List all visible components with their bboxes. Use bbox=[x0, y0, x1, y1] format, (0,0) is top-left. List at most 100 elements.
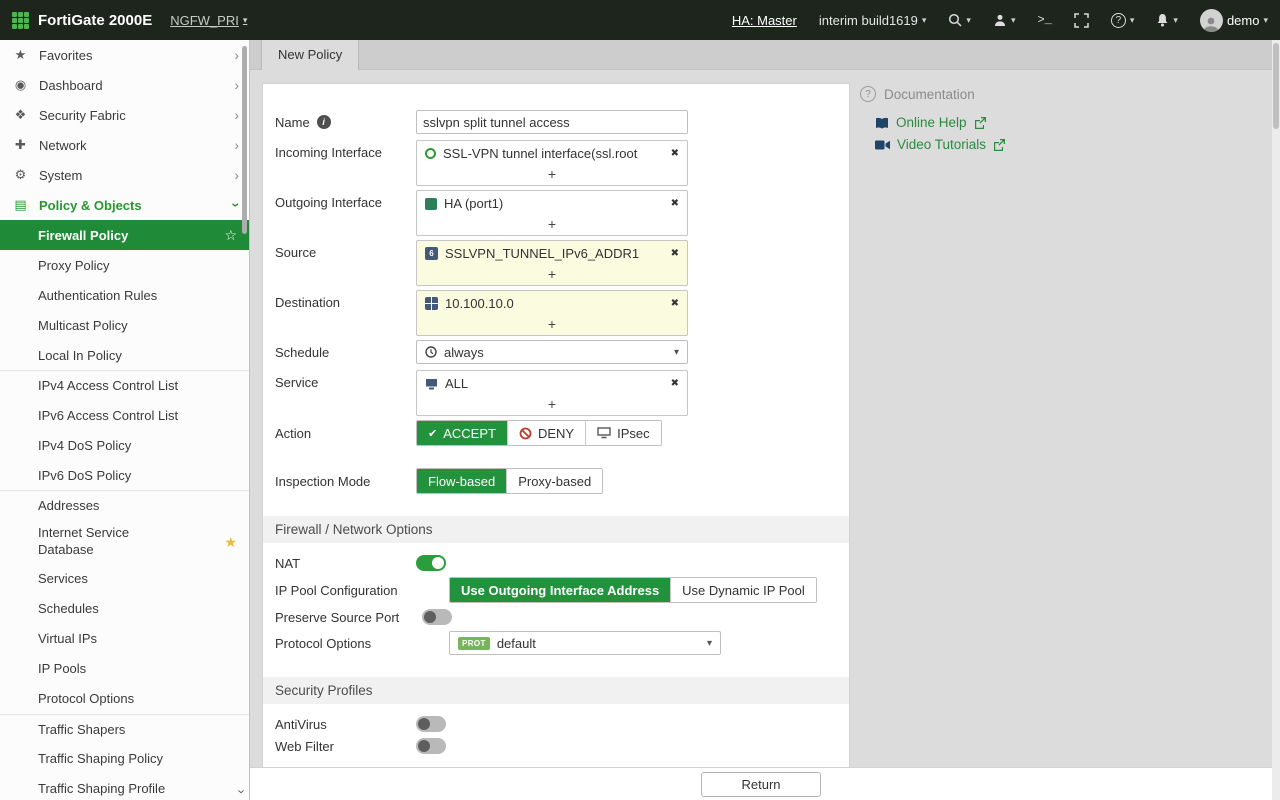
favorite-star-outline-icon[interactable]: ☆ bbox=[224, 227, 237, 244]
remove-entry-icon[interactable]: ✖ bbox=[671, 248, 679, 259]
sidebar-item-ipv6-dos-policy[interactable]: IPv6 DoS Policy bbox=[0, 460, 249, 490]
vdom-menu[interactable]: NGFW_PRI ▾ bbox=[170, 13, 247, 28]
sidebar-item-ip-pools[interactable]: IP Pools bbox=[0, 654, 249, 684]
inspection-mode-row: Inspection Mode Flow-based Proxy-based bbox=[263, 468, 849, 494]
add-entry-button[interactable]: + bbox=[417, 266, 687, 285]
documentation-title: Documentation bbox=[884, 86, 975, 102]
service-box: ALL ✖ + bbox=[416, 370, 688, 416]
search-menu[interactable]: ▾ bbox=[948, 13, 971, 27]
notifications-menu[interactable]: ▾ bbox=[1156, 13, 1178, 27]
remove-entry-icon[interactable]: ✖ bbox=[671, 378, 679, 389]
favorite-star-icon[interactable]: ★ bbox=[224, 533, 237, 551]
sidebar-item-internet-service-database[interactable]: Internet Service Database ★ bbox=[0, 520, 249, 564]
sidebar-item-virtual-ips[interactable]: Virtual IPs bbox=[0, 624, 249, 654]
sidebar-item-addresses[interactable]: Addresses bbox=[0, 490, 249, 520]
sidebar-item-favorites[interactable]: ★ Favorites › bbox=[0, 40, 249, 70]
use-outgoing-interface-address-button[interactable]: Use Outgoing Interface Address bbox=[450, 578, 672, 602]
sidebar-item-label: Traffic Shapers bbox=[38, 721, 126, 737]
add-entry-button[interactable]: + bbox=[417, 166, 687, 185]
destination-box: 10.100.10.0 ✖ + bbox=[416, 290, 688, 336]
sidebar-item-ipv4-acl[interactable]: IPv4 Access Control List bbox=[0, 370, 249, 400]
build-menu[interactable]: interim build1619 ▾ bbox=[819, 13, 927, 28]
sidebar-scrollbar[interactable] bbox=[242, 46, 247, 234]
sidebar-item-firewall-policy[interactable]: Firewall Policy ☆ bbox=[0, 220, 249, 250]
sidebar-item-schedules[interactable]: Schedules bbox=[0, 594, 249, 624]
web-filter-toggle[interactable] bbox=[416, 738, 446, 754]
sidebar-item-system[interactable]: ⚙ System › bbox=[0, 160, 249, 190]
schedule-select[interactable]: always ▾ bbox=[416, 340, 688, 364]
remove-entry-icon[interactable]: ✖ bbox=[671, 298, 679, 309]
proxy-based-button[interactable]: Proxy-based bbox=[507, 469, 603, 493]
use-dynamic-ip-pool-button[interactable]: Use Dynamic IP Pool bbox=[671, 578, 816, 602]
protocol-options-row: Protocol Options PROT default ▾ bbox=[263, 631, 849, 655]
online-help-link[interactable]: Online Help bbox=[875, 115, 1272, 130]
sidebar-item-label: Traffic Shaping Profile bbox=[38, 781, 166, 797]
toggle-knob bbox=[418, 740, 430, 752]
ha-status-link[interactable]: HA: Master bbox=[732, 13, 797, 28]
sidebar-item-label: Firewall Policy bbox=[38, 227, 129, 243]
scrollbar-thumb[interactable] bbox=[1273, 43, 1279, 129]
sidebar-item-protocol-options[interactable]: Protocol Options bbox=[0, 684, 249, 714]
sidebar-item-dashboard[interactable]: ◉ Dashboard › bbox=[0, 70, 249, 100]
add-entry-button[interactable]: + bbox=[417, 316, 687, 335]
tab-new-policy[interactable]: New Policy bbox=[261, 40, 360, 70]
scroll-more-chevron-icon: › bbox=[234, 789, 250, 794]
deny-prohibition-icon bbox=[519, 427, 532, 440]
remove-entry-icon[interactable]: ✖ bbox=[671, 148, 679, 159]
name-input[interactable] bbox=[416, 110, 688, 134]
fabric-icon: ❖ bbox=[14, 107, 27, 122]
fullscreen-icon[interactable] bbox=[1074, 12, 1089, 28]
chevron-right-icon: › bbox=[234, 77, 239, 93]
section-security-profiles: Security Profiles bbox=[263, 677, 849, 704]
main-area: New Policy Name i Incoming Interface bbox=[250, 40, 1280, 800]
action-segmented-control: ✔ ACCEPT DENY IPsec bbox=[416, 420, 662, 446]
entry-label: SSLVPN_TUNNEL_IPv6_ADDR1 bbox=[445, 246, 640, 261]
sidebar-item-security-fabric[interactable]: ❖ Security Fabric › bbox=[0, 100, 249, 130]
sidebar-item-traffic-shaping-policy[interactable]: Traffic Shaping Policy bbox=[0, 744, 249, 774]
info-icon[interactable]: i bbox=[316, 115, 331, 129]
chevron-down-icon: ▾ bbox=[1010, 14, 1016, 25]
sidebar-item-policy-objects[interactable]: ▤ Policy & Objects › bbox=[0, 190, 249, 220]
sidebar-item-authentication-rules[interactable]: Authentication Rules bbox=[0, 280, 249, 310]
add-entry-button[interactable]: + bbox=[417, 216, 687, 235]
return-button[interactable]: Return bbox=[701, 771, 821, 797]
accept-button[interactable]: ✔ ACCEPT bbox=[417, 421, 508, 445]
preserve-source-port-toggle[interactable] bbox=[422, 609, 452, 625]
sidebar-item-ipv4-dos-policy[interactable]: IPv4 DoS Policy bbox=[0, 430, 249, 460]
sidebar-item-network[interactable]: ✚ Network › bbox=[0, 130, 249, 160]
chevron-down-icon: ▾ bbox=[1263, 14, 1268, 25]
flow-based-button[interactable]: Flow-based bbox=[417, 469, 508, 493]
sidebar-item-traffic-shaping-profile[interactable]: Traffic Shaping Profile bbox=[0, 774, 249, 800]
chevron-right-icon: › bbox=[234, 107, 239, 123]
dropdown-caret-icon: ▾ bbox=[673, 346, 679, 358]
add-entry-button[interactable]: + bbox=[417, 396, 687, 415]
antivirus-toggle[interactable] bbox=[416, 716, 446, 732]
sidebar-item-local-in-policy[interactable]: Local In Policy bbox=[0, 340, 249, 370]
deny-button[interactable]: DENY bbox=[507, 421, 587, 445]
admin-profile-menu[interactable]: ▾ bbox=[993, 13, 1016, 27]
protocol-options-select[interactable]: PROT default ▾ bbox=[449, 631, 721, 655]
main-scrollbar[interactable] bbox=[1272, 40, 1280, 800]
selected-entry[interactable]: SSL-VPN tunnel interface(ssl.root ✖ bbox=[417, 141, 687, 166]
selected-entry[interactable]: HA (port1) ✖ bbox=[417, 191, 687, 216]
chevron-down-icon: ▾ bbox=[1173, 14, 1178, 25]
selected-entry[interactable]: ALL ✖ bbox=[417, 371, 687, 396]
nat-row: NAT bbox=[263, 555, 849, 571]
video-tutorials-link[interactable]: Video Tutorials bbox=[875, 137, 1272, 152]
user-account-menu[interactable]: demo ▾ bbox=[1199, 8, 1268, 32]
nat-toggle[interactable] bbox=[416, 555, 446, 571]
sidebar-item-traffic-shapers[interactable]: Traffic Shapers bbox=[0, 713, 249, 744]
remove-entry-icon[interactable]: ✖ bbox=[671, 198, 679, 209]
ipsec-button[interactable]: IPsec bbox=[586, 421, 661, 445]
sidebar-item-label: Policy & Objects bbox=[39, 197, 142, 213]
sidebar-item-label: System bbox=[39, 167, 83, 183]
sidebar-item-proxy-policy[interactable]: Proxy Policy bbox=[0, 250, 249, 280]
sidebar-item-services[interactable]: Services bbox=[0, 564, 249, 594]
sidebar-item-ipv6-acl[interactable]: IPv6 Access Control List bbox=[0, 400, 249, 430]
help-menu[interactable]: ? ▾ bbox=[1110, 12, 1134, 28]
cli-console-icon[interactable]: >_ bbox=[1037, 13, 1051, 27]
selected-entry[interactable]: 10.100.10.0 ✖ bbox=[417, 291, 687, 316]
sidebar-item-multicast-policy[interactable]: Multicast Policy bbox=[0, 310, 249, 340]
username-label: demo bbox=[1226, 12, 1260, 28]
selected-entry[interactable]: 6 SSLVPN_TUNNEL_IPv6_ADDR1 ✖ bbox=[417, 241, 687, 266]
